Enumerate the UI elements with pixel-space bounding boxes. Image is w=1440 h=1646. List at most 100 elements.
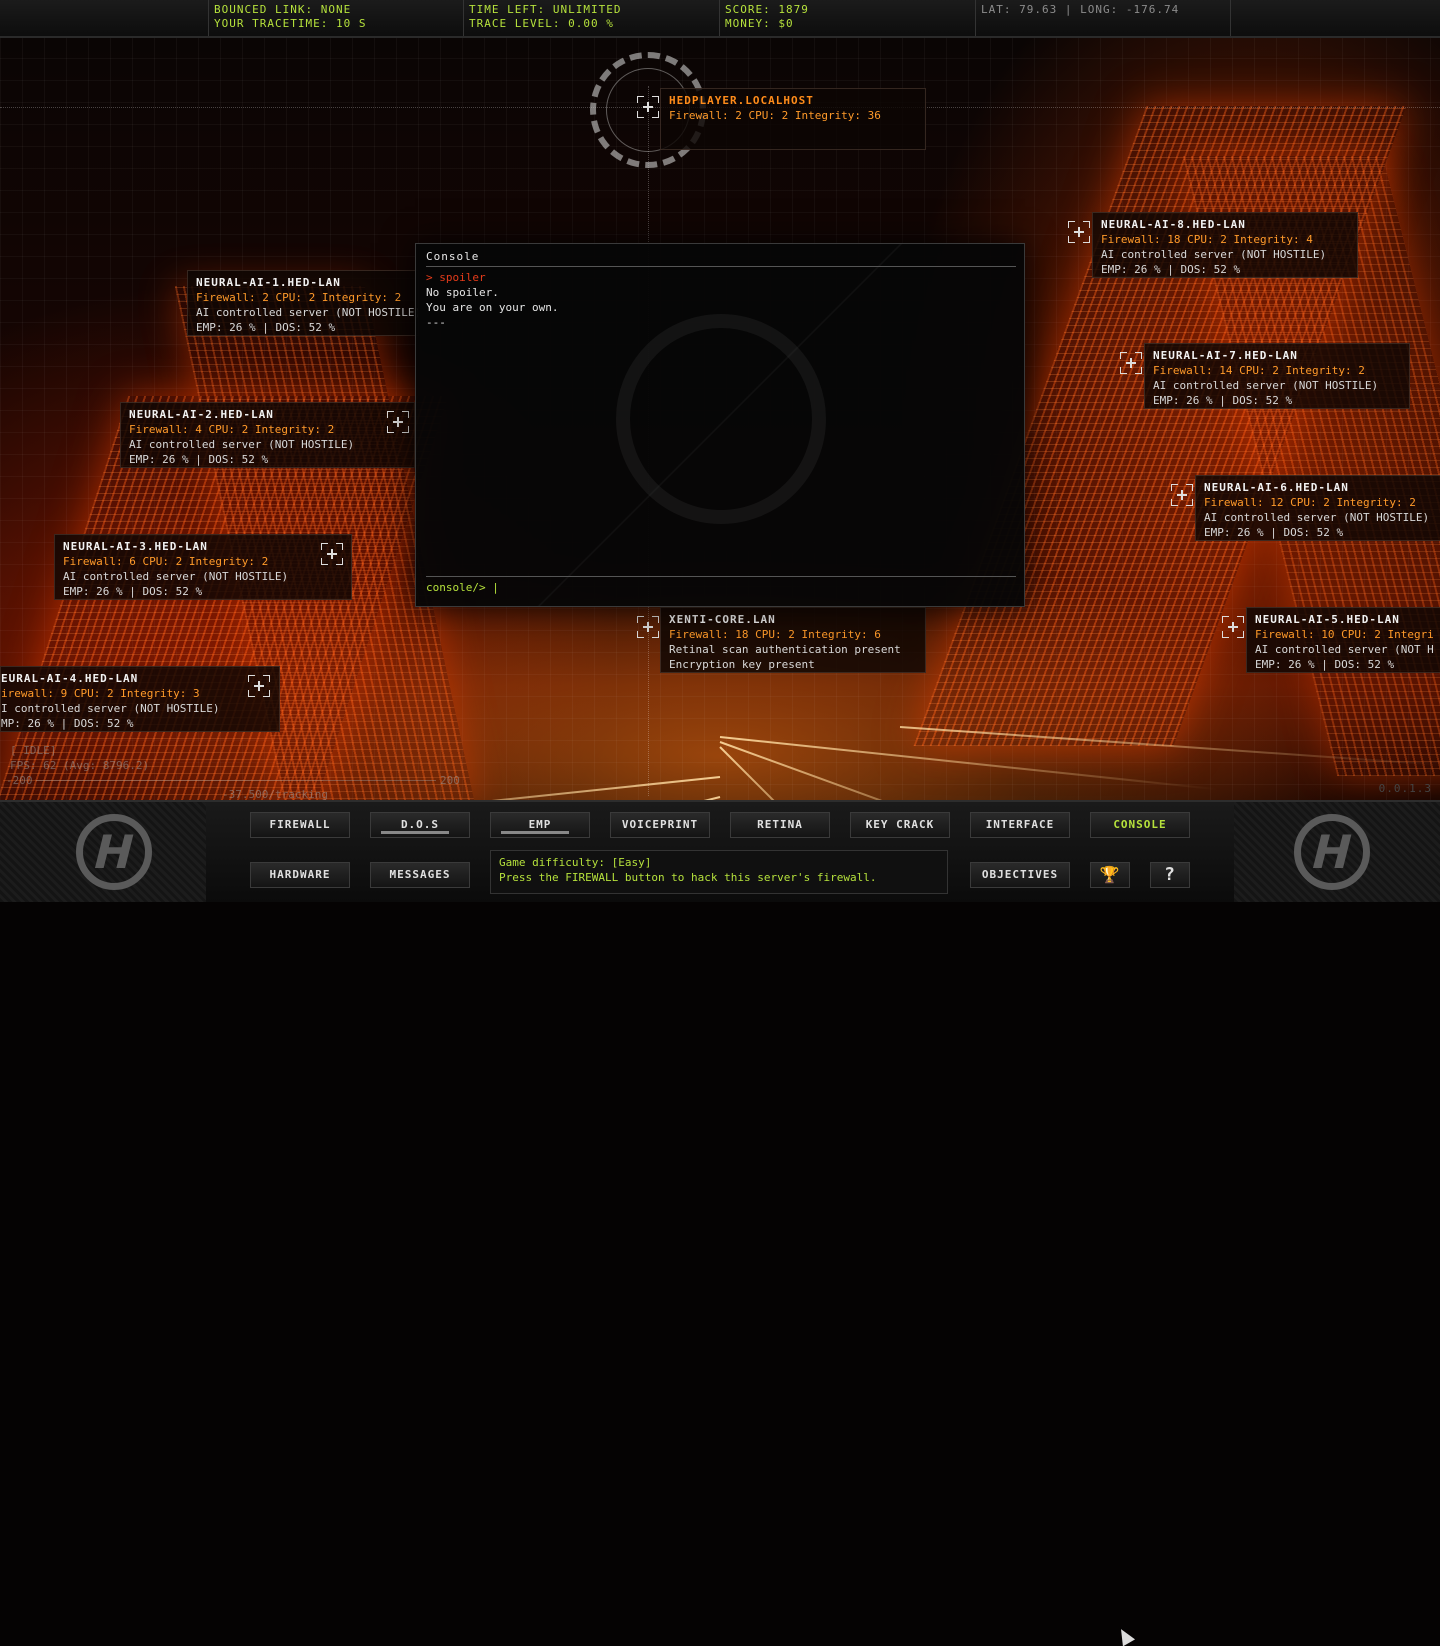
node-description: I controlled server (NOT HOSTILE) [1, 702, 220, 715]
status-hud: Bounced link: NONE Your tracetime: 10 s … [0, 0, 1440, 38]
node-description: Retinal scan authentication present [669, 643, 901, 656]
money-text: Money: $0 [725, 17, 794, 30]
node-attack-status: EMP: 26 % | DOS: 52 % [1101, 263, 1241, 276]
hacker-evolution-logo-icon: H [1294, 814, 1370, 890]
player-target-icon[interactable] [637, 96, 659, 118]
score-text: Score: 1879 [725, 3, 809, 16]
target-icon[interactable] [248, 675, 270, 697]
fps-state: [ IDLE] [10, 744, 57, 757]
node-stats: Firewall: 6 CPU: 2 Integrity: 2 [63, 555, 269, 568]
server-node-neural-ai-7[interactable]: neural-ai-7.hed-lan Firewall: 14 CPU: 2 … [1144, 343, 1410, 409]
node-name: neural-ai-7.hed-lan [1153, 349, 1298, 362]
node-description: AI controlled server (NOT H [1255, 643, 1434, 656]
server-node-neural-ai-2[interactable]: neural-ai-2.hed-lan Firewall: 4 CPU: 2 I… [120, 402, 415, 468]
emp-progress-bar [501, 831, 569, 834]
node-stats: Firewall: 2 CPU: 2 Integrity: 2 [196, 291, 402, 304]
difficulty-text: Game difficulty: [Easy] [499, 856, 652, 869]
console-divider [426, 576, 1016, 577]
hacker-evolution-logo-icon: H [76, 814, 152, 890]
node-stats: Firewall: 12 CPU: 2 Integrity: 2 [1204, 496, 1416, 509]
hud-coords-cell: LAT: 79.63 | LONG: -176.74 [975, 0, 1231, 36]
console-watermark-logo [616, 314, 826, 524]
target-icon[interactable] [637, 616, 659, 638]
node-description: AI controlled server (NOT HOSTILE) [129, 438, 355, 451]
server-node-xenti-core[interactable]: xenti-core.lan Firewall: 18 CPU: 2 Integ… [660, 607, 926, 673]
node-name: neural-ai-5.hed-lan [1255, 613, 1400, 626]
hud-link-cell: Bounced link: NONE Your tracetime: 10 s [208, 0, 464, 36]
objectives-button[interactable]: OBJECTIVES [970, 862, 1070, 888]
node-stats: irewall: 9 CPU: 2 Integrity: 3 [1, 687, 200, 700]
console-title: Console [426, 250, 480, 263]
console-button[interactable]: CONSOLE [1090, 812, 1190, 838]
target-icon[interactable] [387, 411, 409, 433]
server-node-neural-ai-3[interactable]: neural-ai-3.hed-lan Firewall: 6 CPU: 2 I… [54, 534, 352, 600]
server-node-neural-ai-8[interactable]: neural-ai-8.hed-lan Firewall: 18 CPU: 2 … [1092, 212, 1358, 278]
hud-score-cell: Score: 1879 Money: $0 [719, 0, 976, 36]
server-node-neural-ai-4[interactable]: eural-ai-4.hed-lan irewall: 9 CPU: 2 Int… [0, 666, 280, 732]
console-command-line: > spoiler [426, 271, 486, 284]
node-attack-status: EMP: 26 % | DOS: 52 % [1204, 526, 1344, 539]
help-button[interactable]: ? [1150, 862, 1190, 888]
fps-counter: FPS: 62 (Avg: 8796.2) [10, 759, 150, 772]
console-input[interactable]: console/> | [426, 580, 499, 595]
target-icon[interactable] [1068, 221, 1090, 243]
node-description: AI controlled server (NOT HOSTILE) [1204, 511, 1430, 524]
time-left-text: Time left: UNLIMITED [469, 3, 622, 16]
mouse-cursor-icon [1114, 1625, 1136, 1646]
hardware-button[interactable]: HARDWARE [250, 862, 350, 888]
hud-time-cell: Time left: UNLIMITED Trace level: 0.00 % [463, 0, 720, 36]
action-toolbar: H H FIREWALL D.O.S EMP VOICEPRINT RETINA… [0, 800, 1440, 1646]
voiceprint-button[interactable]: VOICEPRINT [610, 812, 710, 838]
node-attack-status: EMP: 26 % | DOS: 52 % [1153, 394, 1293, 407]
interface-button[interactable]: INTERFACE [970, 812, 1070, 838]
retina-button[interactable]: RETINA [730, 812, 830, 838]
node-attack-status: MP: 26 % | DOS: 52 % [1, 717, 134, 730]
hint-message-box: Game difficulty: [Easy] Press the FIREWA… [490, 850, 948, 894]
fps-graph-min: -200 [6, 774, 33, 787]
emp-button-label: EMP [528, 818, 552, 831]
console-window[interactable]: Console > spoiler No spoiler. You are on… [415, 243, 1025, 607]
player-node[interactable]: hedPlayer.localhost Firewall: 2 CPU: 2 I… [660, 88, 926, 150]
node-description: AI controlled server (NOT HOSTILE) [63, 570, 289, 583]
trace-time-text: Your tracetime: 10 s [214, 17, 367, 30]
server-node-neural-ai-1[interactable]: neural-ai-1.hed-lan Firewall: 2 CPU: 2 I… [187, 270, 419, 336]
target-icon[interactable] [1222, 616, 1244, 638]
trophy-icon[interactable]: 🏆 [1090, 862, 1130, 888]
console-output-line: No spoiler. [426, 286, 499, 299]
node-attack-status: EMP: 26 % | DOS: 52 % [1255, 658, 1395, 671]
key-crack-button[interactable]: KEY CRACK [850, 812, 950, 838]
node-stats: Firewall: 14 CPU: 2 Integrity: 2 [1153, 364, 1365, 377]
trace-level-text: Trace level: 0.00 % [469, 17, 614, 30]
target-icon[interactable] [1120, 352, 1142, 374]
node-attack-status: EMP: 26 % | DOS: 52 % [63, 585, 203, 598]
server-node-neural-ai-6[interactable]: neural-ai-6.hed-lan Firewall: 12 CPU: 2 … [1195, 475, 1440, 541]
console-divider [426, 266, 1016, 267]
coordinates-text: LAT: 79.63 | LONG: -176.74 [981, 3, 1180, 16]
node-name: eural-ai-4.hed-lan [1, 672, 139, 685]
dos-button[interactable]: D.O.S [370, 812, 470, 838]
fps-graph-max: 200 [440, 774, 460, 787]
node-name: xenti-core.lan [669, 613, 776, 626]
node-stats: Firewall: 18 CPU: 2 Integrity: 6 [669, 628, 881, 641]
firewall-button[interactable]: FIREWALL [250, 812, 350, 838]
server-node-neural-ai-5[interactable]: neural-ai-5.hed-lan Firewall: 10 CPU: 2 … [1246, 607, 1440, 673]
node-description: AI controlled server (NOT HOSTILE) [196, 306, 419, 319]
left-logo-panel: H [0, 802, 206, 902]
node-name: neural-ai-6.hed-lan [1204, 481, 1349, 494]
target-icon[interactable] [1171, 484, 1193, 506]
node-stats: Firewall: 18 CPU: 2 Integrity: 4 [1101, 233, 1313, 246]
console-output-line: You are on your own. [426, 301, 559, 314]
node-stats: Firewall: 2 CPU: 2 Integrity: 36 [669, 109, 881, 122]
node-stats: Firewall: 4 CPU: 2 Integrity: 2 [129, 423, 335, 436]
dos-button-label: D.O.S [400, 818, 440, 831]
target-icon[interactable] [321, 543, 343, 565]
emp-button[interactable]: EMP [490, 812, 590, 838]
right-logo-panel: H [1234, 802, 1440, 902]
messages-button[interactable]: MESSAGES [370, 862, 470, 888]
node-name: neural-ai-2.hed-lan [129, 408, 274, 421]
hud-spacer [0, 0, 209, 36]
node-name: neural-ai-1.hed-lan [196, 276, 341, 289]
node-stats: Firewall: 10 CPU: 2 Integri [1255, 628, 1434, 641]
node-name: hedPlayer.localhost [669, 94, 814, 107]
hint-text: Press the FIREWALL button to hack this s… [499, 871, 877, 884]
